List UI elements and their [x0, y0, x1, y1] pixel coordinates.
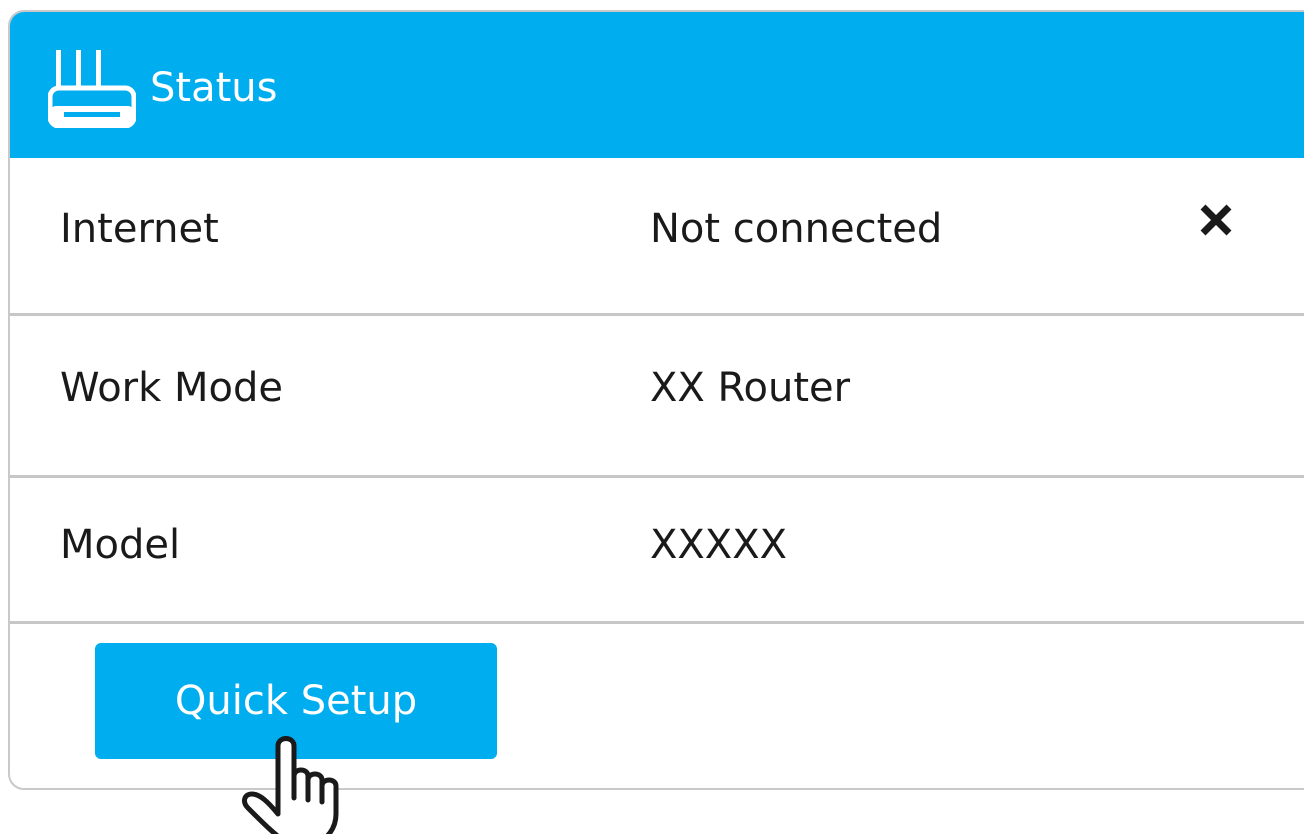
hand-pointer-icon	[242, 736, 339, 834]
status-row-internet: Internet Not connected	[10, 158, 1304, 316]
row-label: Model	[60, 522, 181, 568]
page-title: Status	[150, 65, 278, 111]
close-icon	[1200, 204, 1232, 236]
status-header: Status	[10, 12, 1304, 158]
router-icon	[48, 50, 136, 128]
row-value: XXXXX	[650, 522, 788, 568]
row-value: Not connected	[650, 206, 943, 252]
row-label: Internet	[60, 206, 219, 252]
status-row-model: Model XXXXX	[10, 478, 1304, 624]
row-label: Work Mode	[60, 365, 283, 411]
status-card: Status Internet Not connected Work Mode …	[8, 10, 1304, 790]
status-row-work-mode: Work Mode XX Router	[10, 316, 1304, 478]
row-value: XX Router	[650, 365, 851, 411]
